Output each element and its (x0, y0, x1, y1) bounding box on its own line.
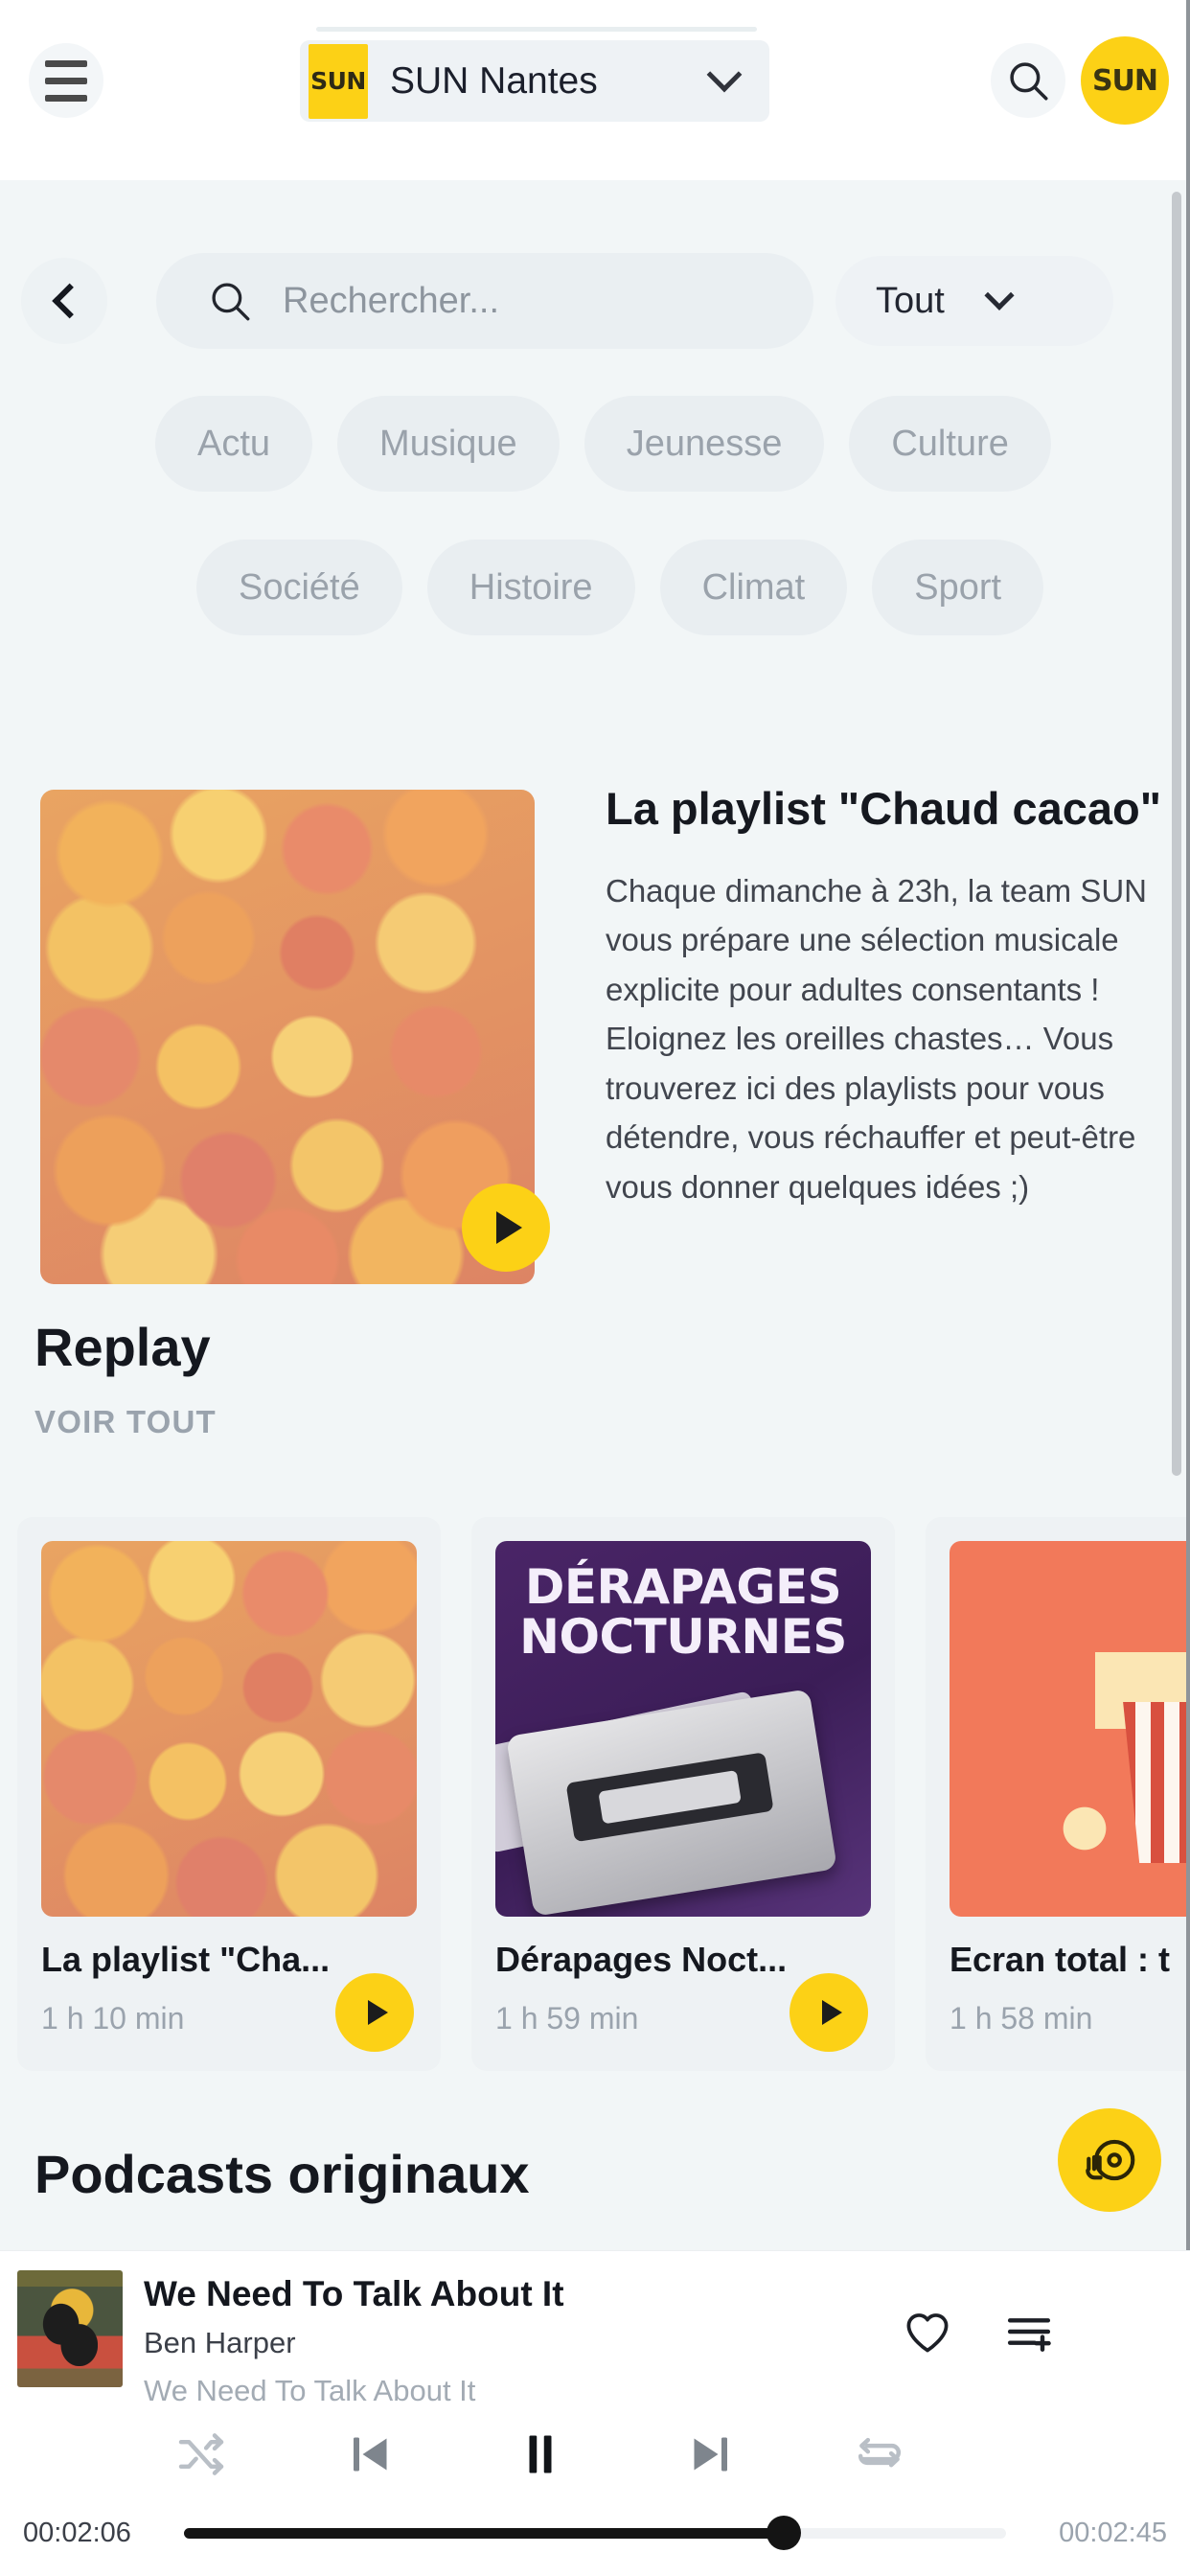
replay-card[interactable]: DÉRAPAGES NOCTURNES Dérapages Noct... 1 … (471, 1517, 895, 2071)
player-meta: We Need To Talk About It Ben Harper We N… (144, 2270, 564, 2410)
app-screen: SUN SUN Nantes SUN Rechercher... Tout Ac… (0, 0, 1190, 2576)
hamburger-bar (45, 77, 87, 84)
avatar[interactable]: SUN (1081, 36, 1169, 125)
cover-text-line2: NOCTURNES (519, 1609, 847, 1665)
cover-text-line1: DÉRAPAGES (524, 1559, 842, 1615)
hamburger-icon[interactable] (29, 43, 103, 118)
repeat-icon[interactable] (853, 2427, 906, 2481)
search-icon[interactable] (991, 43, 1065, 118)
featured-title: La playlist "Chaud cacao" (606, 783, 1162, 834)
filter-chip-musique[interactable]: Musique (337, 396, 560, 492)
featured-artwork[interactable] (40, 790, 535, 1284)
card-artwork (41, 1541, 417, 1917)
player-progress-row: 00:02:06 00:02:45 (0, 2498, 1190, 2567)
track-title: We Need To Talk About It (144, 2274, 564, 2313)
sun-logo-icon: SUN (309, 43, 368, 119)
heart-icon[interactable] (901, 2305, 954, 2358)
track-album: We Need To Talk About It (144, 2374, 476, 2407)
play-icon[interactable] (790, 1973, 868, 2052)
player-transport-controls (0, 2410, 1190, 2498)
play-triangle (367, 2000, 388, 2025)
vertical-scrollbar[interactable] (1172, 192, 1181, 1476)
track-artist: Ben Harper (144, 2326, 296, 2359)
chip-row-2: Société Histoire Climat Sport (0, 535, 1190, 640)
see-all-replay-link[interactable]: VOIR TOUT (0, 1404, 1190, 1440)
seek-slider[interactable] (184, 2516, 1006, 2550)
section-title-replay: Replay (34, 1317, 211, 1377)
card-artwork (950, 1541, 1190, 1917)
section-title-podcasts: Podcasts originaux (34, 2144, 530, 2204)
card-title: Ecran total : t (950, 1940, 1171, 1979)
search-icon (212, 283, 250, 321)
filter-chip-jeunesse[interactable]: Jeunesse (584, 396, 825, 492)
now-playing-bar: We Need To Talk About It Ben Harper We N… (0, 2250, 1190, 2576)
avatar-logo-text: SUN (1091, 63, 1158, 98)
window-right-edge (1186, 0, 1190, 2576)
card-duration: 1 h 58 min (950, 2001, 1093, 2036)
section-podcasts-header: Podcasts originaux (0, 2143, 1190, 2205)
elapsed-time: 00:02:06 (23, 2517, 131, 2548)
back-chevron (52, 283, 88, 319)
play-icon[interactable] (462, 1184, 550, 1272)
card-title: La playlist "Cha... (41, 1940, 331, 1979)
featured-show: La playlist "Chaud cacao" Chaque dimanch… (0, 762, 1190, 1318)
featured-text: La playlist "Chaud cacao" Chaque dimanch… (606, 781, 1190, 1211)
add-to-queue-icon[interactable] (1002, 2305, 1056, 2358)
content-scroll-area[interactable]: Rechercher... Tout Actu Musique Jeunesse… (0, 180, 1190, 2576)
filter-chip-sport[interactable]: Sport (872, 540, 1044, 635)
apricots-photo (41, 1541, 417, 1917)
chevron-down-icon (984, 280, 1015, 310)
skip-previous-icon[interactable] (341, 2426, 399, 2483)
album-cover[interactable] (17, 2270, 123, 2387)
dj-turntable-icon[interactable] (1058, 2108, 1161, 2212)
pause-icon[interactable] (512, 2426, 569, 2483)
derapages-nocturnes-cover: DÉRAPAGES NOCTURNES (495, 1541, 871, 1917)
chevron-left-icon[interactable] (21, 258, 107, 344)
popcorn-illustration (950, 1541, 1190, 1917)
category-filter-chips: Actu Musique Jeunesse Culture Société Hi… (0, 391, 1190, 640)
filter-chip-societe[interactable]: Société (196, 540, 402, 635)
sun-logo-text: SUN (310, 67, 366, 95)
filter-chip-culture[interactable]: Culture (849, 396, 1051, 492)
replay-card-carousel[interactable]: La playlist "Cha... 1 h 10 min DÉRAPAGES… (0, 1517, 1190, 2092)
cover-text: DÉRAPAGES NOCTURNES (495, 1562, 871, 1662)
hamburger-bar (45, 59, 87, 67)
total-time: 00:02:45 (1059, 2517, 1167, 2548)
search-scope-dropdown[interactable]: Tout (835, 256, 1113, 346)
play-triangle (496, 1211, 522, 1244)
seek-fill (184, 2527, 785, 2539)
search-placeholder: Rechercher... (283, 280, 499, 321)
hamburger-bar (45, 94, 87, 102)
filter-chip-actu[interactable]: Actu (155, 396, 313, 492)
cassette-icon (506, 1689, 837, 1917)
player-track-info: We Need To Talk About It Ben Harper We N… (0, 2251, 1190, 2410)
search-row: Rechercher... Tout (0, 253, 1190, 349)
top-divider (316, 27, 757, 32)
station-name: SUN Nantes (390, 59, 598, 102)
replay-card[interactable]: Ecran total : t 1 h 58 min (926, 1517, 1190, 2071)
replay-card[interactable]: La playlist "Cha... 1 h 10 min (17, 1517, 441, 2071)
skip-next-icon[interactable] (682, 2426, 740, 2483)
section-replay-header: Replay VOIR TOUT (0, 1316, 1190, 1440)
popcorn-kernel-icon (1047, 1802, 1122, 1855)
search-input[interactable]: Rechercher... (156, 253, 813, 349)
chevron-down-icon (706, 57, 743, 92)
seek-handle[interactable] (767, 2516, 802, 2550)
search-scope-label: Tout (876, 280, 945, 321)
card-artwork: DÉRAPAGES NOCTURNES (495, 1541, 871, 1917)
featured-description: Chaque dimanche à 23h, la team SUN vous … (606, 872, 1147, 1205)
play-icon[interactable] (335, 1973, 414, 2052)
top-app-bar: SUN SUN Nantes SUN (0, 0, 1190, 180)
player-actions (901, 2305, 1190, 2358)
chip-row-1: Actu Musique Jeunesse Culture (0, 391, 1190, 496)
card-title: Dérapages Noct... (495, 1940, 788, 1979)
station-selector[interactable]: SUN SUN Nantes (300, 40, 769, 122)
play-triangle (821, 2000, 842, 2025)
filter-chip-histoire[interactable]: Histoire (426, 540, 635, 635)
shuffle-icon[interactable] (174, 2427, 228, 2481)
filter-chip-climat[interactable]: Climat (659, 540, 848, 635)
